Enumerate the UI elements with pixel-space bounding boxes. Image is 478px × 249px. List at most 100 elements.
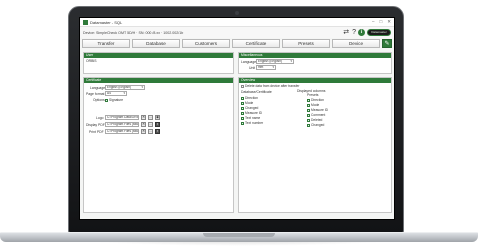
user-panel: User ORBIS <box>83 52 234 74</box>
col3-item[interactable]: Direction <box>307 98 324 102</box>
checkbox-checked-icon <box>241 106 244 110</box>
webcam-icon <box>235 11 239 15</box>
print-pdf-label: Print PDF <box>89 130 104 134</box>
tab-customers[interactable]: Customers <box>182 39 230 48</box>
checkbox-checked-icon <box>105 98 108 102</box>
col1-item[interactable]: Measure ID <box>241 111 262 115</box>
cert-language-label: Language <box>90 86 106 90</box>
chevron-down-icon: ▾ <box>290 59 292 63</box>
cert-language-select[interactable]: English (English) ▾ <box>105 85 145 90</box>
checkbox-checked-icon <box>307 113 310 117</box>
chevron-down-icon: ▾ <box>141 85 143 89</box>
col1-item-label: Text number <box>245 121 264 125</box>
tab-device[interactable]: Device <box>332 39 380 48</box>
page-format-label: Page format <box>86 92 105 96</box>
checkbox-checked-icon <box>241 111 244 115</box>
close-button[interactable]: ✕ <box>387 19 391 25</box>
view-logo-icon[interactable]: ◉ <box>155 115 160 120</box>
browse-logo-icon[interactable]: … <box>148 115 153 120</box>
tab-certificate[interactable]: Certificate <box>232 39 280 48</box>
laptop-base <box>0 232 478 242</box>
misc-language-value: English (English) <box>258 59 282 63</box>
display-pdf-path-field[interactable]: C:\Program Files (x86)\Adobe\... <box>105 122 139 127</box>
col3-item[interactable]: Changed <box>307 123 324 127</box>
col1-item-label: Mode <box>245 101 254 105</box>
window-title: Datamaster - SQL <box>90 19 123 25</box>
misc-unit-label: Unit <box>249 66 256 70</box>
minimize-button[interactable]: – <box>372 19 375 25</box>
user-panel-header: User <box>84 53 233 58</box>
main-tabs: Transfer Database Customers Certificate … <box>80 38 394 49</box>
col1-item[interactable]: Text number <box>241 121 263 125</box>
logo-path-field[interactable]: C:\Program Data\ORBIS\logo.bmp <box>105 115 139 120</box>
browse-print-pdf-icon[interactable]: … <box>148 129 153 134</box>
col3-item-label: Comment <box>311 113 326 117</box>
col3-item-label: Measure ID <box>311 108 329 112</box>
misc-panel-header: Miscellaneous <box>239 53 391 58</box>
browse-display-pdf-icon[interactable]: … <box>148 122 153 127</box>
edit-pencil-icon[interactable]: ✎ <box>382 39 392 48</box>
checkbox-checked-icon <box>241 101 244 105</box>
col-database-certificate-header: Database/Certificate <box>241 90 272 94</box>
checkbox-checked-icon <box>241 121 244 125</box>
checkbox-checked-icon <box>307 98 310 102</box>
col1-item-label: Measure ID <box>245 111 263 115</box>
tab-presets[interactable]: Presets <box>282 39 330 48</box>
col1-item-label: Changed <box>245 106 259 110</box>
col1-item-label: Direction <box>245 96 259 100</box>
app-window: Datamaster - SQL – □ ✕ Device: SimpleChe… <box>79 17 395 220</box>
sync-arrows-icon[interactable]: ⇄ <box>343 29 349 36</box>
chevron-down-icon: ▾ <box>272 65 274 69</box>
print-pdf-settings-icon[interactable]: ▪ <box>155 129 160 134</box>
info-icon[interactable]: i <box>358 29 365 36</box>
laptop-lid: Datamaster - SQL – □ ✕ Device: SimpleChe… <box>68 6 404 233</box>
col3-item[interactable]: Mode <box>307 103 319 107</box>
chevron-down-icon: ▾ <box>123 91 125 95</box>
misc-unit-select[interactable]: mm ▾ <box>256 65 276 70</box>
checkbox-checked-icon <box>307 103 310 107</box>
misc-panel: Miscellaneous Language English (English)… <box>238 52 392 74</box>
tab-transfer[interactable]: Transfer <box>82 39 130 48</box>
certificate-panel: Certificate Language English (English) ▾… <box>83 77 234 213</box>
col3-item[interactable]: Deleted <box>307 118 322 122</box>
delete-after-transfer-checkbox[interactable]: Delete data from device after transfer <box>241 84 299 88</box>
page-format-select[interactable]: A4 ▾ <box>105 91 127 96</box>
cert-language-value: English (English) <box>107 85 131 89</box>
print-pdf-path-field[interactable]: C:\Program Files (x86)\Adobe\... <box>105 129 139 134</box>
col1-item[interactable]: Mode <box>241 101 253 105</box>
delete-after-transfer-label: Delete data from device after transfer <box>245 84 300 88</box>
checkbox-checked-icon <box>307 123 310 127</box>
col1-item[interactable]: Text name <box>241 116 260 120</box>
window-titlebar: Datamaster - SQL – □ ✕ <box>80 18 394 27</box>
checkbox-checked-icon <box>307 108 310 112</box>
col3-item-label: Changed <box>311 123 325 127</box>
checkbox-unchecked-icon <box>241 84 244 88</box>
col3-item[interactable]: Comment <box>307 113 325 117</box>
signature-checkbox[interactable]: Signature <box>105 98 123 102</box>
misc-language-select[interactable]: English (English) ▾ <box>256 59 294 64</box>
brand-logo: Datamaster <box>367 29 391 36</box>
remove-logo-icon[interactable]: ✕ <box>141 115 146 120</box>
col1-item[interactable]: Changed <box>241 106 258 110</box>
display-pdf-settings-icon[interactable]: ▪ <box>155 122 160 127</box>
options-label: Options <box>93 98 105 102</box>
signature-checkbox-label: Signature <box>109 98 124 102</box>
tab-database[interactable]: Database <box>132 39 180 48</box>
col3-item-label: Deleted <box>311 118 323 122</box>
col3-item-label: Direction <box>311 98 325 102</box>
certificate-panel-header: Certificate <box>84 78 233 83</box>
user-name-field[interactable]: ORBIS <box>86 59 97 63</box>
checkbox-checked-icon <box>307 118 310 122</box>
col1-item[interactable]: Direction <box>241 96 258 100</box>
display-pdf-label: Display PDF <box>86 123 105 127</box>
remove-print-pdf-icon[interactable]: ✕ <box>141 129 146 134</box>
page-format-value: A4 <box>107 91 111 95</box>
col-presets-header: Presets <box>307 93 319 97</box>
logo-label: Logo <box>96 116 104 120</box>
remove-display-pdf-icon[interactable]: ✕ <box>141 122 146 127</box>
checkbox-checked-icon <box>241 96 244 100</box>
col3-item[interactable]: Measure ID <box>307 108 328 112</box>
overview-panel: Overview Delete data from device after t… <box>238 77 392 213</box>
help-icon[interactable]: ? <box>352 29 356 36</box>
maximize-button[interactable]: □ <box>380 19 383 25</box>
